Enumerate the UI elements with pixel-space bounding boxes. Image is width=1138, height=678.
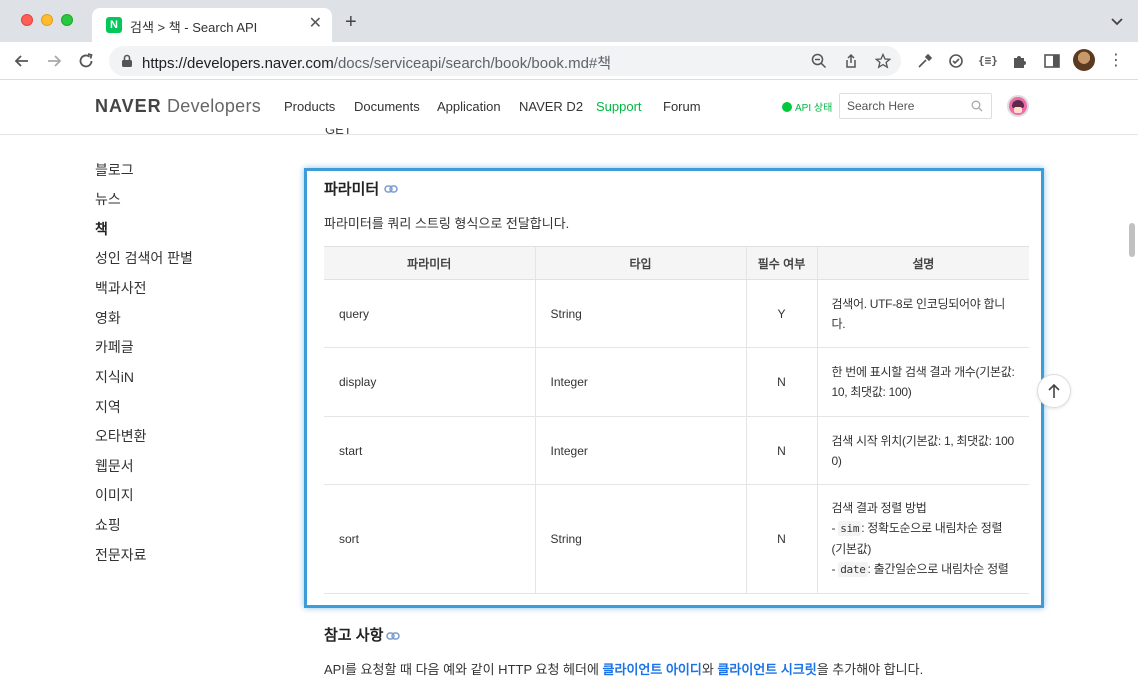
notes-heading: 참고 사항	[324, 627, 384, 644]
param-desc: 한 번에 표시할 검색 결과 개수(기본값: 10, 최댓값: 100)	[816, 347, 1029, 417]
window-minimize-button[interactable]	[41, 14, 53, 26]
sidebar-item-shopping[interactable]: 쇼핑	[95, 515, 121, 535]
table-header-row: 파라미터 타입 필수 여부 설명	[324, 246, 1029, 280]
share-icon[interactable]	[843, 53, 859, 69]
naver-favicon-icon: N	[106, 17, 122, 33]
notes-paragraph: API를 요청할 때 다음 예와 같이 HTTP 요청 헤더에 클라이언트 아이…	[324, 662, 924, 677]
anchor-link-icon[interactable]	[384, 181, 398, 199]
json-extension-icon[interactable]: {≡}	[978, 54, 998, 72]
param-type: String	[534, 279, 746, 348]
param-name: display	[324, 347, 535, 417]
sidebar-item-movie[interactable]: 영화	[95, 308, 121, 328]
eyedropper-icon[interactable]	[916, 52, 934, 70]
window-close-button[interactable]	[21, 14, 33, 26]
sidebar-item-encyclopedia[interactable]: 백과사전	[95, 278, 147, 298]
back-arrow-icon[interactable]	[12, 51, 32, 71]
nav-naver-d2[interactable]: NAVER D2	[519, 99, 583, 114]
site-search	[839, 93, 992, 119]
url-text[interactable]: https://developers.naver.com/docs/servic…	[142, 52, 611, 73]
extensions-puzzle-icon[interactable]	[1011, 52, 1029, 70]
params-table: 파라미터 타입 필수 여부 설명 query String Y 검색어. UTF…	[324, 246, 1029, 594]
param-name: query	[324, 279, 535, 348]
scrollbar-thumb[interactable]	[1129, 223, 1135, 257]
nav-products[interactable]: Products	[284, 99, 335, 114]
browser-menu-kebab-icon[interactable]: ⋮	[1108, 50, 1126, 69]
reload-icon[interactable]	[76, 51, 96, 71]
th-param: 파라미터	[324, 246, 535, 280]
table-row: start Integer N 검색 시작 위치(기본값: 1, 최댓값: 10…	[324, 416, 1029, 485]
tab-close-icon[interactable]: ✕	[309, 15, 322, 33]
param-required: Y	[745, 279, 817, 348]
sidebar-item-errata[interactable]: 오타변환	[95, 426, 147, 446]
window-zoom-button[interactable]	[61, 14, 73, 26]
param-required: N	[745, 347, 817, 417]
url-host: https://developers.naver.com	[142, 55, 334, 72]
sidebar-item-adult-check[interactable]: 성인 검색어 판별	[95, 248, 193, 268]
zoom-icon[interactable]	[811, 53, 827, 69]
params-description: 파라미터를 쿼리 스트링 형식으로 전달합니다.	[324, 216, 570, 231]
new-tab-icon[interactable]: +	[345, 12, 357, 32]
code-sim: sim	[838, 521, 862, 536]
forward-arrow-icon[interactable]	[44, 51, 64, 71]
code-date: date	[838, 562, 868, 577]
arrow-up-icon	[1048, 383, 1060, 398]
search-icon[interactable]	[971, 99, 983, 117]
site-search-input[interactable]	[840, 94, 965, 118]
sidebar-item-news[interactable]: 뉴스	[95, 189, 121, 209]
param-type: Integer	[534, 347, 746, 417]
param-desc: 검색어. UTF-8로 인코딩되어야 합니 다.	[816, 279, 1029, 348]
param-type: String	[534, 484, 746, 594]
user-avatar[interactable]	[1007, 95, 1029, 117]
browser-tab-active[interactable]: N 검색 > 책 - Search API ✕	[92, 8, 332, 42]
param-desc: 검색 결과 정렬 방법 - sim: 정확도순으로 내림차순 정렬 (기본값) …	[816, 484, 1029, 594]
tab-search-chevron-icon[interactable]	[1110, 14, 1124, 32]
method-text: GET	[325, 128, 352, 136]
sidebar-item-kin[interactable]: 지식iN	[95, 367, 134, 387]
param-desc: 검색 시작 위치(기본값: 1, 최댓값: 100 0)	[816, 416, 1029, 485]
th-required: 필수 여부	[745, 246, 817, 280]
api-status-link[interactable]: API 상태	[782, 99, 832, 114]
nav-documents[interactable]: Documents	[354, 99, 420, 114]
naver-developers-logo[interactable]: NAVER Developers	[95, 96, 261, 117]
lock-icon[interactable]	[121, 54, 133, 73]
sidebar-item-blog[interactable]: 블로그	[95, 160, 134, 180]
sidebar-item-book[interactable]: 책	[95, 219, 108, 239]
url-path: /docs/serviceapi/search/book/book.md#책	[333, 55, 612, 72]
sidebar-item-cafe[interactable]: 카페글	[95, 337, 134, 357]
sync-extension-icon[interactable]	[947, 52, 965, 70]
params-heading: 파라미터	[324, 181, 380, 198]
sidebar-item-doc[interactable]: 전문자료	[95, 545, 147, 565]
table-row: query String Y 검색어. UTF-8로 인코딩되어야 합니 다.	[324, 279, 1029, 348]
scroll-to-top-button[interactable]	[1037, 374, 1071, 408]
table-row: sort String N 검색 결과 정렬 방법 - sim: 정확도순으로 …	[324, 484, 1029, 594]
param-required: N	[745, 416, 817, 485]
anchor-link-icon[interactable]	[386, 628, 400, 646]
nav-forum[interactable]: Forum	[663, 99, 701, 114]
param-name: start	[324, 416, 535, 485]
browser-toolbar: https://developers.naver.com/docs/servic…	[0, 42, 1138, 80]
address-bar[interactable]: https://developers.naver.com/docs/servic…	[109, 46, 901, 76]
nav-application[interactable]: Application	[437, 99, 501, 114]
check-circle-icon	[782, 102, 792, 112]
browser-tabbar: N 검색 > 책 - Search API ✕ +	[0, 0, 1138, 42]
th-type: 타입	[534, 246, 746, 280]
th-desc: 설명	[816, 246, 1029, 280]
bookmark-star-icon[interactable]	[874, 52, 892, 69]
param-name: sort	[324, 484, 535, 594]
page-scrollbar[interactable]	[1126, 135, 1138, 670]
param-type: Integer	[534, 416, 746, 485]
nav-support[interactable]: Support	[596, 99, 642, 114]
browser-profile-avatar[interactable]	[1073, 49, 1095, 71]
site-header: NAVER Developers Products Documents Appl…	[0, 80, 1138, 135]
param-required: N	[745, 484, 817, 594]
tab-title: 검색 > 책 - Search API	[130, 20, 258, 35]
sidebar-item-webdoc[interactable]: 웹문서	[95, 456, 134, 476]
table-row: display Integer N 한 번에 표시할 검색 결과 개수(기본값:…	[324, 347, 1029, 417]
sidebar-item-local[interactable]: 지역	[95, 397, 121, 417]
sidebar-item-image[interactable]: 이미지	[95, 485, 134, 505]
side-panel-icon[interactable]	[1043, 52, 1061, 70]
